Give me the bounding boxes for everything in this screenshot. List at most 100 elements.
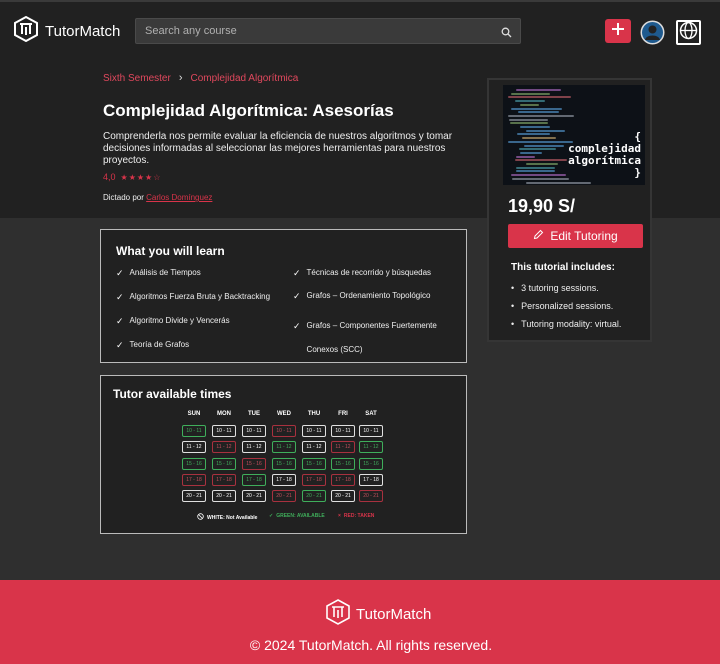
bullet-icon: • (511, 283, 515, 293)
code-line-decoration (524, 144, 564, 147)
check-icon: ✓ (293, 321, 301, 331)
time-slot[interactable]: 10 - 11 (242, 425, 266, 437)
globe-icon (679, 21, 698, 45)
learn-item-label: Técnicas de recorrido y búsquedas (306, 268, 432, 277)
time-slot[interactable]: 20 - 21 (359, 490, 383, 502)
search-input[interactable] (136, 19, 496, 43)
time-slot[interactable]: 15 - 16 (359, 458, 383, 470)
search-icon[interactable] (501, 25, 512, 43)
code-line-decoration (508, 96, 571, 99)
code-line-decoration (526, 163, 558, 165)
close-icon: × (338, 513, 341, 519)
time-slot[interactable]: 10 - 11 (212, 425, 236, 437)
time-slot[interactable]: 10 - 11 (302, 425, 326, 437)
time-slot[interactable]: 17 - 18 (359, 474, 383, 486)
time-slot[interactable]: 11 - 12 (302, 441, 326, 453)
time-slot[interactable]: 11 - 12 (331, 441, 355, 453)
code-line-decoration (516, 155, 535, 158)
day-header: FRI (338, 411, 348, 417)
breadcrumb-parent[interactable]: Sixth Semester (103, 73, 171, 84)
check-icon: ✓ (116, 292, 124, 302)
page-title: Complejidad Algorítmica: Asesorías (103, 101, 394, 120)
includes-title: This tutorial includes: (511, 262, 615, 273)
time-slot[interactable]: 20 - 21 (182, 490, 206, 502)
time-slot[interactable]: 17 - 18 (212, 474, 236, 486)
time-slot[interactable]: 10 - 11 (331, 425, 355, 437)
includes-list: • 3 tutoring sessions. • Personalized sess… (511, 283, 621, 337)
code-line-decoration (518, 111, 559, 114)
code-line-decoration (511, 107, 562, 110)
time-slot[interactable]: 20 - 21 (331, 490, 355, 502)
list-item-label: 3 tutoring sessions. (521, 283, 599, 293)
code-line-decoration (511, 174, 566, 177)
code-line-decoration (522, 137, 556, 140)
check-icon: ✓ (116, 316, 124, 326)
time-slot[interactable]: 11 - 12 (272, 441, 296, 453)
time-slot[interactable]: 10 - 11 (359, 425, 383, 437)
time-slot[interactable]: 11 - 12 (182, 441, 206, 453)
time-slot[interactable]: 15 - 16 (242, 458, 266, 470)
learn-item-label: Grafos – Ordenamiento Topológico (306, 291, 431, 300)
time-slot[interactable]: 11 - 12 (212, 441, 236, 453)
breadcrumb: Sixth Semester › Complejidad Algorítmica (103, 72, 298, 84)
code-line-decoration (515, 100, 545, 103)
tutormatch-logo-icon (13, 15, 39, 47)
time-slot[interactable]: 17 - 18 (182, 474, 206, 486)
course-description: Comprenderla nos permite evaluar la efic… (103, 131, 453, 166)
chevron-right-icon: › (178, 72, 183, 84)
time-slot[interactable]: 15 - 16 (302, 458, 326, 470)
check-icon: ✓ (269, 513, 274, 519)
rating-value: 4,0 (103, 172, 116, 182)
time-slot[interactable]: 20 - 21 (272, 490, 296, 502)
time-slot[interactable]: 17 - 18 (331, 474, 355, 486)
time-slot[interactable]: 10 - 11 (272, 425, 296, 437)
time-slot[interactable]: 11 - 12 (359, 441, 383, 453)
time-slot[interactable]: 20 - 21 (242, 490, 266, 502)
footer: TutorMatch © 2024 TutorMatch. All rights… (0, 580, 720, 664)
brand-logo[interactable]: TutorMatch (13, 15, 120, 47)
plus-icon (611, 22, 625, 41)
code-line-decoration (517, 133, 550, 136)
footer-logo[interactable]: TutorMatch (325, 599, 431, 630)
copyright: © 2024 TutorMatch. All rights reserved. (249, 637, 493, 653)
course-price: 19,90 S/ (508, 196, 576, 216)
time-slot[interactable]: 15 - 16 (212, 458, 236, 470)
learn-item: ✓ Algoritmo Divide y Vencerás (116, 315, 230, 327)
time-slot[interactable]: 15 - 16 (272, 458, 296, 470)
time-slot[interactable]: 15 - 16 (182, 458, 206, 470)
time-slot[interactable]: 20 - 21 (302, 490, 326, 502)
language-button[interactable] (676, 20, 701, 45)
list-item: • 3 tutoring sessions. (511, 283, 621, 301)
code-line-decoration (516, 170, 555, 173)
breadcrumb-current[interactable]: Complejidad Algorítmica (190, 73, 298, 84)
day-header: TUE (248, 411, 260, 417)
time-slot[interactable]: 20 - 21 (212, 490, 236, 502)
time-slot[interactable]: 17 - 18 (302, 474, 326, 486)
learn-item-label: Algoritmos Fuerza Bruta y Backtracking (129, 292, 271, 301)
user-avatar[interactable] (640, 20, 665, 45)
time-slot[interactable]: 17 - 18 (272, 474, 296, 486)
edit-tutoring-button[interactable]: Edit Tutoring (508, 224, 643, 248)
learn-title: What you will learn (116, 244, 225, 258)
time-slot[interactable]: 17 - 18 (242, 474, 266, 486)
day-header: SUN (187, 411, 201, 417)
list-item: • Personalized sessions. (511, 301, 621, 319)
course-rating: 4,0 ★★★★☆ (103, 172, 161, 182)
time-slot[interactable]: 15 - 16 (331, 458, 355, 470)
tutor-link[interactable]: Carlos Domínguez (146, 193, 212, 202)
check-icon: ✓ (116, 268, 124, 278)
schedule-title: Tutor available times (113, 387, 232, 401)
taught-by-label: Dictado por (103, 193, 144, 202)
learn-item: ✓ Algoritmos Fuerza Bruta y Backtracking (116, 291, 270, 303)
time-slot[interactable]: 11 - 12 (242, 441, 266, 453)
legend-label: WHITE: Not Available (207, 514, 258, 521)
schedule-section: Tutor available times WHITE: Not Availab… (100, 375, 467, 534)
legend-taken: × RED: TAKEN (338, 513, 374, 519)
footer-brand: TutorMatch (356, 606, 432, 623)
learn-item-label: Teoría de Grafos (129, 340, 190, 349)
day-header: SAT (365, 411, 377, 417)
check-icon: ✓ (293, 291, 301, 301)
time-slot[interactable]: 10 - 11 (182, 425, 206, 437)
code-line-decoration (509, 118, 548, 121)
add-course-button[interactable] (605, 19, 631, 43)
